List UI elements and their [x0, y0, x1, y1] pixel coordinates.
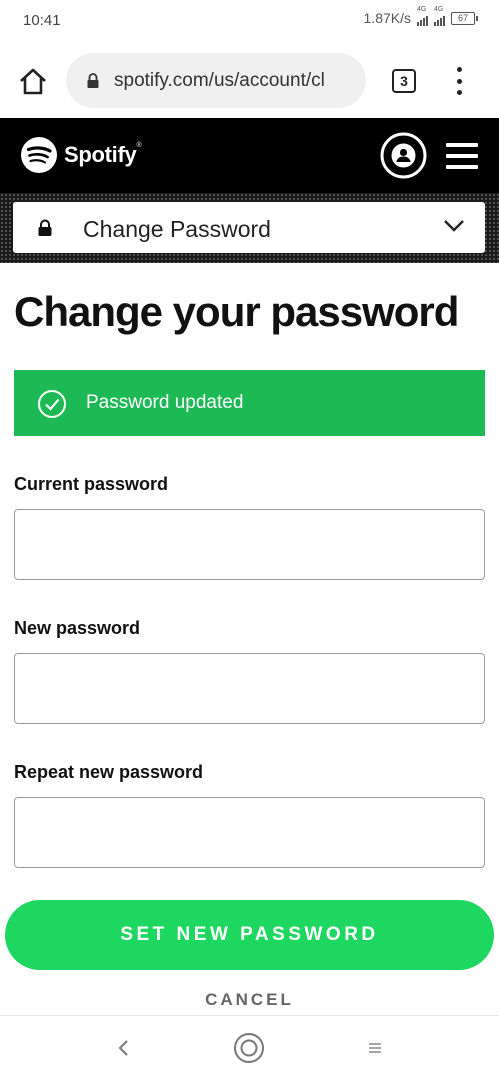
dropdown-selected-label: Change Password [83, 216, 271, 242]
spotify-logo-icon [21, 137, 57, 173]
profile-button[interactable] [380, 132, 427, 179]
site-header: Spotify® [0, 118, 499, 193]
logo-wordmark: Spotify [64, 142, 137, 167]
current-password-input[interactable] [14, 509, 485, 580]
status-indicators: 1.87K/s 4G 4G 67 [363, 6, 478, 26]
signal-icon: 4G [417, 6, 428, 26]
browser-toolbar: spotify.com/us/account/cl 3 [0, 44, 499, 118]
page-title: Change your password [14, 288, 459, 335]
lock-icon [87, 72, 99, 88]
dot-icon [456, 78, 462, 84]
repeat-password-label: Repeat new password [14, 762, 204, 782]
account-section-dropdown[interactable]: Change Password [13, 202, 485, 253]
check-circle-icon [38, 390, 66, 418]
network-speed: 1.87K/s [363, 10, 411, 26]
lock-icon [38, 219, 52, 236]
menu-line [446, 165, 478, 169]
account-menu-band: Change Password [0, 193, 499, 263]
home-circle-icon[interactable] [233, 1032, 265, 1064]
browser-menu-button[interactable] [453, 67, 465, 95]
signal-tag: 4G [434, 6, 444, 13]
address-bar[interactable]: spotify.com/us/account/cl [66, 53, 366, 108]
chevron-down-icon [444, 220, 464, 232]
recents-icon[interactable] [367, 1040, 383, 1056]
status-bar: 10:41 1.87K/s 4G 4G 67 [0, 0, 499, 44]
signal-tag: 4G [417, 6, 427, 13]
status-time: 10:41 [23, 12, 61, 29]
new-password-label: New password [14, 618, 141, 638]
success-alert: Password updated [14, 370, 485, 436]
signal-icon: 4G [434, 6, 445, 26]
cancel-button[interactable]: CANCEL [0, 990, 499, 1012]
repeat-password-input[interactable] [14, 797, 485, 868]
menu-line [446, 143, 478, 147]
alert-message: Password updated [86, 392, 244, 413]
hamburger-menu-button[interactable] [446, 143, 478, 169]
tab-switcher-button[interactable]: 3 [392, 69, 416, 93]
spotify-logo[interactable]: Spotify® [20, 136, 142, 174]
current-password-label: Current password [14, 474, 169, 494]
new-password-input[interactable] [14, 653, 485, 724]
system-nav-bar [0, 1015, 499, 1080]
dot-icon [456, 90, 462, 95]
back-icon[interactable] [116, 1038, 132, 1058]
logo-text: Spotify® [64, 142, 142, 167]
menu-line [446, 154, 478, 158]
home-button[interactable] [18, 66, 48, 96]
user-icon [380, 132, 427, 179]
url-text: spotify.com/us/account/cl [114, 69, 325, 91]
set-new-password-button[interactable]: SET NEW PASSWORD [5, 900, 494, 970]
home-icon [20, 68, 46, 95]
dot-icon [456, 67, 462, 72]
battery-icon: 67 [451, 11, 478, 25]
